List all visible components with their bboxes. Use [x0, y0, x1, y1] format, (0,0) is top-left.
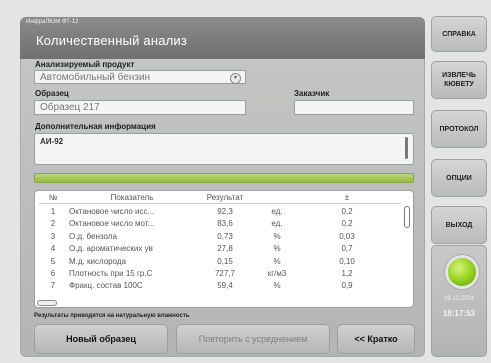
product-select-value: Автомобильный бензин	[40, 72, 151, 83]
window-title: ИнфраЛЮМ ФТ-12	[26, 19, 79, 25]
table-header-indicator: Показатель	[110, 193, 154, 202]
results-table: № Показатель Результат ± 1 Октановое числ…	[34, 190, 414, 308]
table-cell: Октановое число мот...	[69, 219, 155, 229]
table-header-divider	[39, 203, 401, 204]
new-sample-button[interactable]: Новый образец	[34, 324, 168, 354]
table-cell: 83,6	[217, 219, 233, 229]
info-label: Дополнительная информация	[35, 122, 156, 131]
table-cell: 0,73	[217, 231, 233, 241]
table-cell: 0,15	[217, 256, 233, 266]
table-cell: 6	[50, 269, 56, 278]
exit-button[interactable]: ВЫХОД	[431, 206, 487, 244]
table-cell: %	[273, 244, 281, 254]
table-header-result: Результат	[206, 193, 244, 202]
table-cell: Фракц. состав 100С	[69, 281, 143, 291]
table-cell: 1	[50, 207, 56, 216]
table-header-error: ±	[344, 193, 350, 202]
info-scrollbar[interactable]	[405, 137, 408, 159]
customer-label: Заказчик	[294, 89, 330, 98]
table-cell: 7	[50, 281, 56, 291]
table-cell: 1,2	[341, 269, 353, 278]
help-button[interactable]: СПРАВКА	[431, 16, 487, 52]
repeat-with-averaging-button[interactable]: Повторить с усреднением	[176, 324, 330, 354]
eject-cuvette-button[interactable]: ИЗВЛЕЧЬ КЮВЕТУ	[431, 61, 487, 99]
protocol-button[interactable]: ПРОТОКОЛ	[431, 110, 487, 148]
options-button[interactable]: ОПЦИИ	[431, 159, 487, 197]
table-cell: М.д. кислорода	[69, 256, 127, 266]
help-button-label: СПРАВКА	[442, 30, 476, 38]
options-button-label: ОПЦИИ	[446, 174, 472, 182]
table-cell: ед.	[271, 207, 283, 216]
table-cell: %	[273, 231, 281, 241]
table-cell: ед.	[271, 219, 283, 229]
table-cell: 0,03	[339, 231, 355, 241]
table-cell: %	[273, 256, 281, 266]
table-cell: О.д. ароматических ув	[69, 244, 153, 254]
dropdown-icon[interactable]: ▾	[230, 73, 241, 84]
sample-label: Образец	[35, 89, 69, 98]
progress-bar	[34, 173, 414, 183]
sample-input[interactable]: Образец 217	[34, 100, 246, 115]
table-header-number: №	[48, 193, 58, 202]
eject-cuvette-label-line2: КЮВЕТУ	[444, 81, 474, 88]
table-cell: 0,10	[339, 256, 355, 266]
table-cell: 0,7	[341, 244, 353, 254]
product-label: Анализируемый продукт	[35, 60, 135, 69]
protocol-button-label: ПРОТОКОЛ	[439, 125, 479, 133]
table-cell: Октановое число исс...	[69, 207, 155, 216]
table-cell: 27,8	[217, 244, 233, 254]
brief-button[interactable]: << Кратко	[337, 324, 415, 354]
status-date: 09.10.2024	[443, 296, 475, 302]
table-cell: кг/м3	[267, 269, 287, 278]
table-cell: 0,2	[341, 219, 353, 229]
customer-input[interactable]	[294, 100, 414, 115]
table-cell: 59,4	[217, 281, 233, 291]
table-vertical-scrollbar[interactable]	[404, 206, 410, 228]
table-cell: 92,3	[217, 207, 233, 216]
table-horizontal-scrollbar[interactable]	[37, 300, 57, 306]
table-cell: 0,2	[341, 207, 353, 216]
table-cell: 3	[50, 231, 56, 241]
status-time: 18:17:53	[442, 309, 476, 318]
status-indicator-icon	[448, 258, 476, 286]
footnote: Результаты приводятся на натуральную вла…	[34, 313, 190, 319]
info-textarea[interactable]: АИ-92	[34, 133, 414, 165]
page-title: Количественный анализ	[36, 33, 188, 48]
table-cell: 0,9	[341, 281, 353, 291]
table-cell: 2	[50, 219, 56, 229]
info-textarea-value: АИ-92	[40, 137, 64, 146]
eject-cuvette-label: ИЗВЛЕЧЬ КЮВЕТУ	[442, 71, 476, 89]
eject-cuvette-label-line1: ИЗВЛЕЧЬ	[442, 72, 476, 79]
sample-input-value: Образец 217	[40, 102, 100, 113]
table-cell: О.д. бензола	[69, 231, 117, 241]
table-cell: %	[273, 281, 281, 291]
table-cell: Плотность при 15 гр.С	[69, 269, 153, 278]
exit-button-label: ВЫХОД	[445, 221, 473, 229]
table-cell: 4	[50, 244, 56, 254]
product-select[interactable]: Автомобильный бензин ▾	[34, 70, 246, 84]
table-cell: 727,7	[214, 269, 236, 278]
table-cell: 5	[50, 256, 56, 266]
